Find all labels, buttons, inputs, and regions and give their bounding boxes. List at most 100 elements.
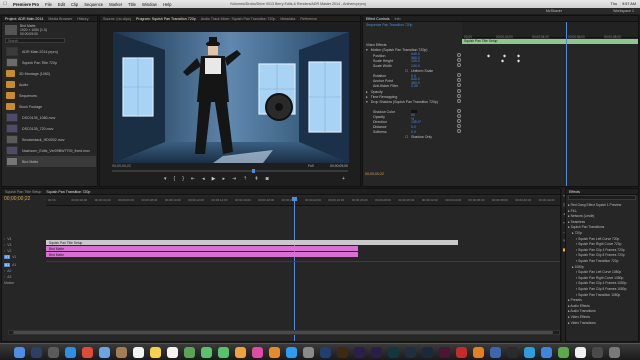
- effects-list-item[interactable]: ▪ Squish Pan Clip 8 Frames 1080p: [576, 287, 626, 291]
- reset-icon[interactable]: [457, 58, 461, 62]
- disclosure-triangle-icon[interactable]: ▾: [366, 48, 368, 52]
- tab-reference[interactable]: Reference: [300, 17, 317, 21]
- track-header-v3[interactable]: ▫ V3: [4, 242, 44, 247]
- export-frame-icon[interactable]: ◙: [266, 176, 269, 182]
- effects-list-item[interactable]: ▸ 1080p: [572, 265, 584, 269]
- menu-edit[interactable]: Edit: [55, 2, 68, 7]
- effects-list-item[interactable]: ▸ Audio Transitions: [568, 309, 596, 313]
- reset-icon[interactable]: [457, 124, 461, 128]
- effects-list-item[interactable]: ▪ Squish Pan Clip 4 Frames 720p: [576, 248, 625, 252]
- program-video-frame[interactable]: [113, 32, 349, 163]
- mediaencoder-icon[interactable]: [405, 347, 416, 358]
- project-item[interactable]: DSC0135_720.mov: [6, 123, 96, 134]
- textedit-icon[interactable]: [575, 347, 586, 358]
- project-item[interactable]: Nashsorn_Edits_Ver09BW7799_fixed.mov: [6, 145, 96, 156]
- lock-icon[interactable]: ▫: [4, 237, 5, 241]
- effect-controls-timecode[interactable]: 00;00;00;22: [365, 172, 384, 176]
- bridge-icon[interactable]: [31, 347, 42, 358]
- lock-icon[interactable]: ▫: [4, 269, 5, 273]
- mark-out-icon[interactable]: }: [182, 176, 184, 182]
- effects-list-item[interactable]: ▪ Squish Pan Right Curve 1080p: [576, 276, 623, 280]
- project-item[interactable]: Audio: [6, 79, 96, 90]
- checkbox-icon[interactable]: ☐: [405, 135, 408, 139]
- reset-icon[interactable]: [457, 114, 461, 118]
- keyframe-icon[interactable]: ◆: [487, 53, 490, 58]
- chrome-icon[interactable]: [82, 347, 93, 358]
- evernote-icon[interactable]: [558, 347, 569, 358]
- timeline-playhead[interactable]: [294, 197, 295, 341]
- effect-controls-ruler[interactable]: 00;00 00;00;02;00 00;00;04;00 00;00;06;0…: [462, 22, 638, 39]
- ec-property-value[interactable]: 135.0°: [411, 120, 421, 124]
- preferences-icon[interactable]: [303, 347, 314, 358]
- illustrator-icon[interactable]: [337, 347, 348, 358]
- lock-icon[interactable]: ▫: [4, 249, 5, 253]
- project-item-selected[interactable]: Bird Matte: [6, 156, 96, 167]
- reminders-icon[interactable]: [167, 347, 178, 358]
- reset-icon[interactable]: [457, 73, 461, 77]
- lock-icon[interactable]: ▫: [4, 275, 5, 279]
- timeline-ruler[interactable]: 00;00 00;00;02;00 00;00;04;00 00;00;06;00 00…: [46, 197, 560, 206]
- effects-list-item[interactable]: ▪ Squish Pan Left Curve 720p: [576, 237, 619, 241]
- project-item[interactable]: DSC0135_1080.mov: [6, 112, 96, 123]
- disclosure-triangle-icon[interactable]: ▸: [366, 90, 368, 94]
- finder-icon[interactable]: [14, 347, 25, 358]
- effects-list-item[interactable]: ▪ Squish Pan Clip 8 Frames 720p: [576, 253, 625, 257]
- dropbox-icon[interactable]: [541, 347, 552, 358]
- timeline-scrollbar[interactable]: [8, 330, 560, 335]
- terminal-icon[interactable]: [507, 347, 518, 358]
- menu-clip[interactable]: Clip: [68, 2, 81, 7]
- ibooks-icon[interactable]: [269, 347, 280, 358]
- premiere-icon[interactable]: [371, 347, 382, 358]
- effect-controls-playhead[interactable]: [566, 22, 567, 186]
- track-header-a1[interactable]: A1 A1: [4, 262, 44, 267]
- source-patch-a1[interactable]: A1: [4, 262, 11, 267]
- tab-effects[interactable]: Effects: [569, 190, 580, 194]
- checkbox-icon[interactable]: ☐: [405, 69, 408, 73]
- vlc-icon[interactable]: [473, 347, 484, 358]
- menu-sequence[interactable]: Sequence: [81, 2, 106, 7]
- ec-property-value[interactable]: 100.0: [411, 64, 420, 68]
- ec-property-value[interactable]: 0.00: [411, 84, 418, 88]
- ec-property-value[interactable]: 0.0: [411, 130, 416, 134]
- contacts-icon[interactable]: [116, 347, 127, 358]
- photoshop-icon[interactable]: [320, 347, 331, 358]
- reset-icon[interactable]: [457, 78, 461, 82]
- menu-file[interactable]: File: [42, 2, 55, 7]
- play-icon[interactable]: ▶: [212, 176, 216, 182]
- keyframe-icon[interactable]: ◆: [517, 58, 520, 63]
- disclosure-triangle-icon[interactable]: ▸: [366, 95, 368, 99]
- effects-search-input[interactable]: [568, 195, 636, 200]
- reset-icon[interactable]: [457, 119, 461, 123]
- indesign-icon[interactable]: [439, 347, 450, 358]
- effects-list-item[interactable]: ▸ 720p: [572, 231, 582, 235]
- quicktime-icon[interactable]: [490, 347, 501, 358]
- effects-list-item[interactable]: ▪ Squish Pan Clip 4 Frames 1080p: [576, 281, 626, 285]
- project-item[interactable]: ADR Main 2014.prproj: [6, 46, 96, 57]
- project-item[interactable]: 3D Montage (1080): [6, 68, 96, 79]
- effect-controls-clip-bar[interactable]: Squish Pan Title Setup: [462, 39, 638, 44]
- reset-icon[interactable]: [457, 89, 461, 93]
- effects-list-item[interactable]: ▸ Audio Effects: [568, 304, 590, 308]
- lock-icon[interactable]: ▫: [4, 243, 5, 247]
- lightroom-icon[interactable]: [422, 347, 433, 358]
- reset-icon[interactable]: [457, 94, 461, 98]
- effects-list-item[interactable]: ▸ Network (Leslie): [568, 214, 594, 218]
- shadow-only-checkbox[interactable]: ☐ Shadow Only: [405, 134, 432, 139]
- uniform-scale-checkbox[interactable]: ☐ Uniform Scale: [405, 68, 433, 73]
- playhead-handle-icon[interactable]: [292, 197, 297, 201]
- menu-app[interactable]: Premiere Pro: [10, 2, 42, 7]
- tab-sequence-transition[interactable]: Squish Pan Transition 720p: [46, 190, 90, 194]
- tab-program[interactable]: Program: Squish Pan Transition 720p: [136, 17, 196, 21]
- appstore-icon[interactable]: [286, 347, 297, 358]
- project-item[interactable]: Smokestack_HD0002.mov: [6, 134, 96, 145]
- go-to-out-icon[interactable]: ⇥: [232, 176, 236, 182]
- tab-effect-controls[interactable]: Effect Controls: [366, 17, 390, 21]
- aftereffects-icon[interactable]: [354, 347, 365, 358]
- mark-in-icon[interactable]: {: [174, 176, 176, 182]
- track-header-a3[interactable]: ▫ A3: [4, 274, 44, 279]
- track-header-a2[interactable]: ▫ A2: [4, 268, 44, 273]
- effects-list-item[interactable]: ▪ Squish Pan Transition 1080p: [576, 293, 620, 297]
- lift-icon[interactable]: ⇡: [243, 176, 247, 182]
- itunes-icon[interactable]: [252, 347, 263, 358]
- program-scrub-bar[interactable]: [112, 169, 348, 173]
